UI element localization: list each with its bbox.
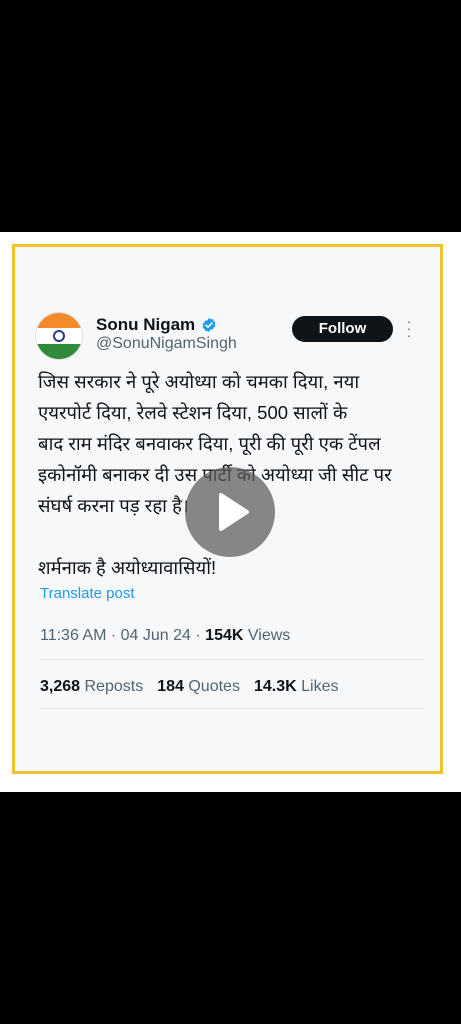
more-options-icon[interactable]: · · · [404, 314, 414, 342]
reposts-label: Reposts [84, 678, 144, 695]
follow-button[interactable]: Follow [292, 316, 393, 342]
translate-link[interactable]: Translate post [40, 585, 135, 602]
tweet-time[interactable]: 11:36 AM [40, 627, 106, 644]
meta-separator: · [195, 627, 206, 644]
engagement-stats: 3,268 Reposts 184 Quotes 14.3K Likes [40, 678, 352, 696]
verified-badge-icon [202, 318, 216, 332]
likes-stat[interactable]: 14.3K Likes [254, 678, 339, 696]
reposts-count: 3,268 [40, 678, 81, 695]
play-button[interactable] [185, 467, 275, 557]
author-handle[interactable]: @SonuNigamSingh [96, 335, 237, 353]
views-count: 154K [205, 627, 244, 644]
quotes-label: Quotes [188, 678, 240, 695]
author-row[interactable]: Sonu Nigam [96, 315, 217, 335]
avatar[interactable] [36, 313, 82, 359]
quotes-stat[interactable]: 184 Quotes [157, 678, 240, 696]
tweet-date[interactable]: 04 Jun 24 [121, 627, 191, 644]
divider [40, 708, 424, 709]
play-icon [219, 493, 249, 531]
meta-separator: · [110, 627, 121, 644]
likes-count: 14.3K [253, 678, 297, 695]
reposts-stat[interactable]: 3,268 Reposts [40, 678, 143, 696]
divider [40, 659, 424, 660]
author-name[interactable]: Sonu Nigam [96, 315, 195, 335]
quotes-count: 184 [157, 678, 184, 695]
views-label: Views [247, 627, 291, 644]
tweet-meta: 11:36 AM · 04 Jun 24 · 154K Views [40, 627, 290, 645]
likes-label: Likes [301, 678, 339, 695]
